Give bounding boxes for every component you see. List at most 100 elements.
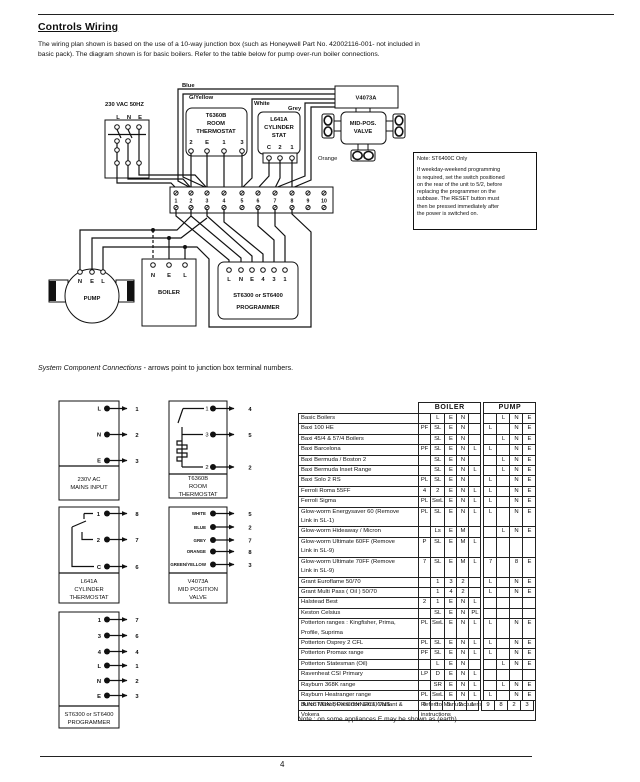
pump-terminal-cell: 7: [483, 556, 498, 578]
note-line: replacing the programmer on the: [417, 189, 496, 196]
pump-terminal-cell: E: [522, 637, 537, 650]
table-row: Grant Multi Pass ( Oil ) 50/70 1 4 2 L N E: [298, 586, 537, 599]
boiler-terminal-cell: LP: [418, 669, 431, 681]
boiler-terminal-cell: SL: [429, 648, 446, 660]
boiler-terminal-cell: SL: [429, 475, 446, 487]
cylinder-stat-name: STAT: [272, 133, 287, 139]
appliance-name: Potterton Osprey 2 CFL: [298, 637, 419, 650]
component-title: T6360B: [188, 476, 208, 482]
cylinder-stat-name: CYLINDER: [264, 125, 294, 131]
junction-terminal-number: 4: [223, 198, 226, 204]
pump-terminal-cell: [496, 485, 511, 498]
boiler-terminal-cell: SL: [429, 454, 446, 467]
component-title: ROOM: [189, 484, 207, 490]
appliance-name: Baxi Bermuda / Boston 2: [298, 454, 419, 467]
wire-label-green-yellow: G/Yellow: [189, 95, 214, 101]
pump-terminal-cell: [496, 506, 511, 528]
pump-terminal-cell: [483, 607, 498, 620]
pump-terminal-cell: [483, 597, 498, 609]
programmer: L N E 4 3 1 ST6300 or ST6400 PROGRAMMER: [217, 261, 299, 320]
pump-terminal-cell: [509, 607, 524, 620]
table-row: Grant Euroflame 50/70 1 3 2 L N E: [298, 576, 537, 588]
pump-terminal-cell: [522, 669, 537, 681]
boiler-terminal-cell: N: [456, 637, 470, 650]
pump-terminal-cell: L: [483, 586, 498, 599]
pump-terminal-cell: [483, 658, 498, 671]
table-row: Potterton Osprey 2 CFL PL SL E N L L N E: [298, 637, 537, 650]
wire-room-thermostat: [190, 153, 243, 188]
appliance-name: Grant Euroflame 50/70: [298, 576, 419, 588]
pump-terminal-cell: E: [522, 496, 537, 508]
pump-terminal-cell: [496, 648, 511, 660]
pump-terminal-cell: [496, 607, 511, 620]
pump-terminal-cell: L: [483, 485, 498, 498]
boiler-terminal-cell: PL: [418, 506, 431, 528]
boiler-terminal-cell: SL: [429, 556, 446, 578]
terminal-label: BLUE: [194, 525, 206, 530]
boiler-terminal-cell: L: [468, 485, 482, 498]
component-programmer: 1 3 4 L N E 7 6 4 1 2 3 ST6300 or ST6400…: [58, 611, 139, 729]
table-footnote: Note : on some appliances E may be shown…: [298, 716, 457, 723]
pump-terminal-cell: L: [496, 412, 511, 425]
boiler-terminal-cell: PF: [418, 444, 431, 456]
boiler-terminal-cell: E: [444, 556, 458, 578]
supply-label: 230 VAC 50HZ: [105, 102, 144, 108]
table-row: Glow-worm Energysaver 60 (Remove Link in…: [298, 506, 537, 528]
pump-terminal-cell: L: [483, 637, 498, 650]
boiler-terminal-cell: [468, 658, 482, 671]
table-row: Ferroli Sigma PL SwL E N L L N E: [298, 496, 537, 508]
junction-number: 8: [248, 550, 252, 556]
appliance-name: Ferroli Sigma: [298, 496, 419, 508]
pump-terminal-cell: N: [509, 679, 524, 691]
terminal-label: 2: [97, 538, 100, 544]
pump-terminal-cell: L: [483, 618, 498, 639]
boiler-terminal-cell: M: [456, 536, 470, 558]
header-spacer: [299, 403, 419, 414]
wire-label-grey: Grey: [288, 106, 302, 112]
note-line: then be pressed immediately after: [417, 203, 499, 210]
appliance-name: Rayburn 368K range: [298, 679, 419, 691]
boiler-terminal-cell: E: [444, 506, 458, 528]
pump-terminal-cell: E: [522, 485, 537, 498]
boiler-pump-table: BOILER PUMP Basic Boilers L E N L N E Baxi 100 …: [298, 402, 537, 722]
junction-number: 2: [248, 466, 251, 472]
boiler-terminal-cell: [418, 454, 431, 467]
boiler-terminal-cell: L: [468, 679, 482, 691]
programmer-note: Note: ST6400C Only If weekday-weekend pr…: [413, 152, 537, 230]
boiler-terminal-cell: L: [468, 556, 482, 578]
appliance-name: Keston Celsius: [298, 607, 419, 620]
table-row: Baxi 100 HE PF SL E N L N E: [298, 423, 537, 435]
junction-terminal-number: 3: [206, 198, 209, 204]
boiler-terminal-cell: L: [468, 444, 482, 456]
pump-label: PUMP: [84, 296, 101, 302]
table-row: Potterton ranges : Kingfisher, Prima, Pr…: [298, 618, 537, 639]
note-line: If weekday-weekend programming: [417, 167, 501, 174]
pump-terminal-cell: N: [509, 475, 524, 487]
junction-pump-cell: 2: [507, 699, 521, 712]
pump-terminal-cell: E: [522, 679, 537, 691]
wire-programmer-3: [257, 210, 275, 268]
boiler-terminal-cell: N: [456, 496, 470, 508]
boiler-terminal-cell: [418, 433, 431, 446]
boiler-terminal-cell: E: [444, 496, 458, 508]
boiler-terminal-cell: E: [444, 485, 458, 498]
appliance-name: Baxi 45/4 & 57/4 Boilers: [298, 433, 419, 446]
junction-boiler-cell: 9: [418, 699, 431, 712]
pump-terminal-cell: E: [522, 475, 537, 487]
section-caption: System Component Connections - arrows po…: [38, 364, 293, 372]
cylinder-stat-model: L641A: [270, 117, 288, 123]
pump-terminal-cell: N: [509, 658, 524, 671]
pump-terminal-cell: [522, 607, 537, 620]
component-mains-input: L N E 1 2 3 230V AC MAINS INPUT: [58, 400, 139, 501]
component-room-thermostat: 1 3 2 4 5 2 T6360B ROOM THERMOSTAT: [168, 400, 252, 499]
boiler-terminal-cell: L: [468, 669, 482, 681]
pump-terminal: L: [101, 279, 105, 285]
appliance-name: Potterton Statesman (Oil): [298, 658, 419, 671]
junction-pump-cell: 9: [481, 699, 495, 712]
pump-terminal-cell: [483, 536, 498, 558]
note-line: is required, set the switch positioned: [417, 174, 505, 181]
pump-terminal-cell: 8: [509, 556, 524, 578]
boiler-terminal-cell: SL: [429, 536, 446, 558]
wire-label-white: White: [254, 101, 271, 107]
terminal-label: GREY: [194, 538, 207, 543]
